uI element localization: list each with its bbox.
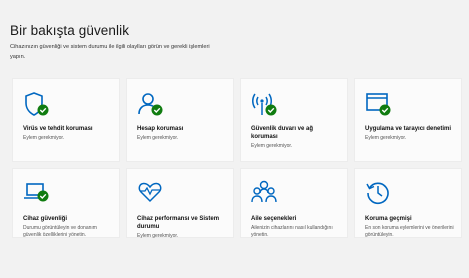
- card-status-text: Eylem gerekmiyor.: [251, 143, 293, 149]
- app-browser-window-icon: [365, 91, 391, 117]
- card-title: Koruma geçmişi: [365, 216, 412, 222]
- card-firewall-network-protection[interactable]: Güvenlik duvarı ve ağ koruması Eylem ger…: [240, 78, 348, 162]
- card-status-text: Ailenizin cihazlarını nasıl kullandığını…: [251, 225, 333, 238]
- heart-pulse-icon: [137, 179, 163, 205]
- card-title: Hesap koruması: [137, 126, 184, 132]
- card-title: Cihaz güvenliği: [23, 216, 68, 222]
- card-account-protection[interactable]: Hesap koruması Eylem gerekmiyor.: [126, 78, 234, 162]
- card-status-text: Eylem gerekmiyor.: [23, 135, 65, 141]
- family-people-icon: [251, 179, 277, 205]
- card-title: Aile seçenekleri: [251, 216, 297, 222]
- card-status-text: Eylem gerekmiyor.: [137, 135, 179, 141]
- account-person-icon: [137, 91, 163, 117]
- card-device-security[interactable]: Cihaz güvenliği Durumu görüntüleyin ve d…: [12, 168, 120, 238]
- card-status-text: Eylem gerekmiyor.: [365, 135, 407, 141]
- history-clock-icon: [365, 179, 391, 205]
- card-title: Güvenlik duvarı ve ağ koruması: [251, 126, 314, 140]
- page-title: Bir bakışta güvenlik: [10, 23, 130, 38]
- page-description: Cihazınızın güvenliği ve sistem durumu i…: [10, 44, 210, 60]
- card-title: Virüs ve tehdit koruması: [23, 126, 93, 132]
- card-status-text: Eylem gerekmiyor.: [137, 233, 179, 239]
- card-status-text: En son koruma eylemlerini ve önerilerini…: [365, 225, 454, 238]
- card-family-options[interactable]: Aile seçenekleri Ailenizin cihazlarını n…: [240, 168, 348, 238]
- security-card-grid: Virüs ve tehdit koruması Eylem gerekmiyo…: [12, 78, 462, 239]
- card-title: Uygulama ve tarayıcı denetimi: [365, 126, 452, 132]
- card-status-text: Durumu görüntüleyin ve donanım güvenlik …: [23, 225, 97, 238]
- card-app-browser-control[interactable]: Uygulama ve tarayıcı denetimi Eylem gere…: [354, 78, 462, 162]
- card-protection-history[interactable]: Koruma geçmişi En son koruma eylemlerini…: [354, 168, 462, 238]
- virus-shield-icon: [23, 91, 49, 117]
- card-virus-threat-protection[interactable]: Virüs ve tehdit koruması Eylem gerekmiyo…: [12, 78, 120, 162]
- firewall-antenna-icon: [251, 91, 277, 117]
- card-title: Cihaz performansı ve Sistem durumu: [137, 216, 220, 230]
- card-device-performance-health[interactable]: Cihaz performansı ve Sistem durumu Eylem…: [126, 168, 234, 239]
- laptop-icon: [23, 179, 49, 205]
